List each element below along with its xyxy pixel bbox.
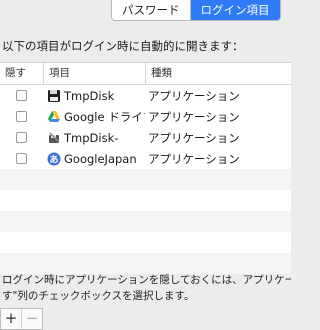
empty-rows [0,169,291,274]
help-line-2: す"列のチェックボックスを選択します。 [2,290,195,302]
table-row[interactable]: あ GoogleJapan アプリケーション [0,148,291,169]
column-header-kind[interactable]: 種類 [145,63,291,84]
login-items-table: 隠す 項目 種類 TmpDisk アプリケーション Google ドライブ アプ… [0,62,291,274]
svg-text:あ: あ [49,154,58,165]
google-drive-icon [48,110,60,122]
table-row[interactable]: TmpDisk アプリケーション [0,85,291,106]
disk-tool-icon [49,131,60,143]
item-name: GoogleJapan [64,151,137,166]
help-text: ログイン時にアプリケーションを隠しておくには、アプリケーションの"隠 す"列のチ… [2,272,291,304]
item-name: TmpDisk [64,88,115,103]
table-row[interactable]: TmpDisk- アプリケーション [0,127,291,148]
tab-login-items[interactable]: ログイン項目 [189,0,280,20]
item-kind: アプリケーション [148,109,240,124]
table-row[interactable]: Google ドライブ アプリケーション [0,106,291,127]
add-button[interactable]: + [1,309,21,329]
preferences-tab-bar: パスワード ログイン項目 [111,0,281,21]
add-remove-control: + − [0,308,43,330]
hide-checkbox[interactable] [16,153,27,164]
item-kind: アプリケーション [148,151,240,166]
item-name: TmpDisk- [64,130,119,145]
help-line-1: ログイン時にアプリケーションを隠しておくには、アプリケーションの"隠 [2,274,291,286]
table-header: 隠す 項目 種類 [0,63,291,85]
hide-checkbox[interactable] [16,111,27,122]
item-kind: アプリケーション [148,130,240,145]
google-japan-icon: あ [47,152,61,165]
item-kind: アプリケーション [148,88,240,103]
hide-checkbox[interactable] [16,90,27,101]
disk-icon [48,89,60,102]
hide-checkbox[interactable] [16,132,27,143]
remove-button[interactable]: − [21,309,42,329]
tab-password[interactable]: パスワード [112,0,190,20]
item-name: Google ドライブ [64,109,145,124]
column-header-item[interactable]: 項目 [43,63,145,84]
intro-text: 以下の項目がログイン時に自動的に開きます： [2,39,244,53]
column-header-hide[interactable]: 隠す [0,63,43,84]
